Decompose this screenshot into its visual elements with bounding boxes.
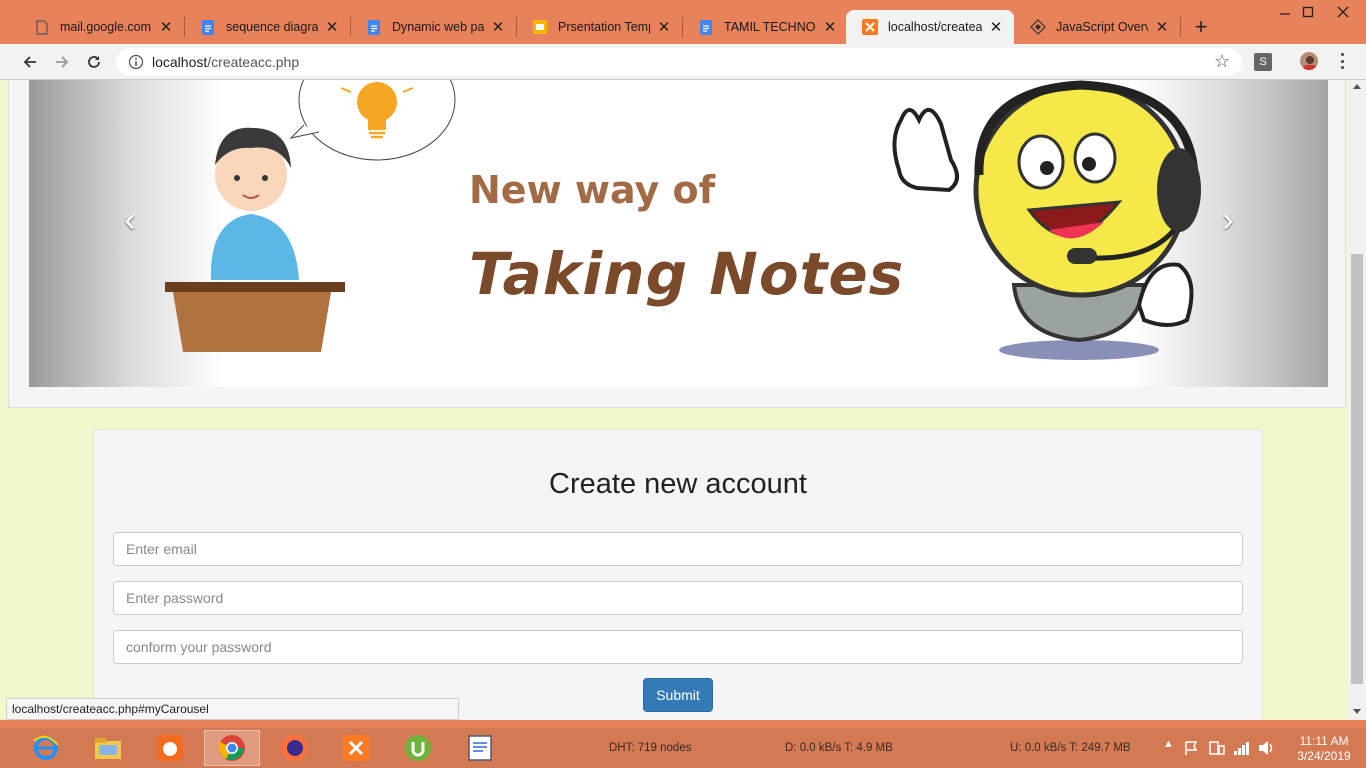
tab-presentation-template[interactable]: Prsentation Templa ✕: [516, 10, 682, 44]
xampp-icon: [343, 735, 369, 761]
upload-status: U: 0.0 kB/s T: 249.7 MB: [1010, 742, 1131, 754]
tab-strip: mail.google.com ✕ sequence diagram ✕ Dyn…: [0, 0, 1366, 44]
wordpad-button[interactable]: [452, 730, 508, 766]
password-field[interactable]: [113, 581, 1243, 615]
create-account-form: Create new account Submit: [93, 429, 1263, 720]
uc-browser-icon: [157, 735, 183, 761]
carousel-heading-line1: New way of: [469, 168, 716, 212]
tab-mail[interactable]: mail.google.com ✕: [18, 10, 184, 44]
menu-icon[interactable]: [1334, 53, 1350, 69]
carousel-container: New way of Taking Notes ‹ ›: [8, 80, 1346, 408]
system-clock[interactable]: 11:11 AM 3/24/2019: [1286, 734, 1362, 764]
reload-icon: [88, 56, 100, 68]
carousel-heading-line2: Taking Notes: [469, 240, 905, 308]
tab-tamil-techno[interactable]: TAMIL TECHNO-LE ✕: [682, 10, 848, 44]
forward-button[interactable]: [50, 50, 74, 74]
close-icon[interactable]: ✕: [1154, 18, 1170, 36]
file-explorer-button[interactable]: [80, 730, 136, 766]
extension-icon[interactable]: S: [1254, 53, 1272, 71]
google-slides-icon: [532, 19, 548, 35]
diamond-icon: [1030, 19, 1046, 35]
url-host: localhost: [152, 54, 208, 70]
close-icon[interactable]: ✕: [822, 18, 838, 36]
form-title: Create new account: [549, 468, 807, 500]
confirm-password-field[interactable]: [113, 630, 1243, 664]
close-window-button[interactable]: [1320, 0, 1366, 26]
status-link-preview: localhost/createacc.php#myCarousel: [6, 698, 459, 720]
page-icon: [34, 19, 50, 35]
carousel-next-button[interactable]: ›: [1213, 200, 1243, 240]
tab-title: localhost/createacc: [888, 20, 982, 34]
action-center-flag-icon[interactable]: [1184, 740, 1198, 759]
scroll-up-icon[interactable]: [1353, 84, 1361, 89]
utorrent-button[interactable]: [390, 730, 446, 766]
firefox-button[interactable]: [266, 730, 322, 766]
uc-browser-button[interactable]: [142, 730, 198, 766]
tab-title: Prsentation Templa: [558, 20, 650, 34]
info-icon[interactable]: [128, 54, 144, 70]
download-status: D: 0.0 kB/s T: 4.9 MB: [785, 742, 893, 754]
internet-explorer-icon: [33, 735, 59, 760]
tab-sequence-diagram[interactable]: sequence diagram ✕: [184, 10, 350, 44]
chrome-icon: [218, 735, 245, 761]
chrome-button[interactable]: [204, 730, 260, 766]
close-icon: [1337, 5, 1349, 21]
google-doc-icon: [366, 19, 382, 35]
wordpad-icon: [468, 735, 492, 761]
utorrent-icon: [405, 735, 431, 761]
firefox-icon: [281, 735, 307, 761]
device-icon[interactable]: [1209, 740, 1225, 759]
tab-title: mail.google.com: [60, 20, 152, 34]
tab-localhost-createacc[interactable]: localhost/createacc ✕: [846, 10, 1014, 44]
show-hidden-icons-icon[interactable]: ▲: [1163, 738, 1174, 750]
carousel-illustration: [165, 80, 1201, 360]
xampp-button[interactable]: [328, 730, 384, 766]
close-icon[interactable]: ✕: [988, 18, 1004, 36]
google-doc-icon: [200, 19, 216, 35]
internet-explorer-button[interactable]: [18, 730, 74, 766]
tab-dynamic-web-page[interactable]: Dynamic web page ✕: [350, 10, 516, 44]
tab-title: sequence diagram: [226, 20, 318, 34]
tab-title: Dynamic web page: [392, 20, 484, 34]
page-scrollbar[interactable]: [1348, 80, 1366, 720]
back-button[interactable]: [18, 50, 42, 74]
reload-button[interactable]: [82, 50, 106, 74]
network-signal-icon[interactable]: [1233, 740, 1251, 759]
taskbar: DHT: 719 nodes D: 0.0 kB/s T: 4.9 MB U: …: [0, 728, 1366, 768]
maximize-icon: [1302, 5, 1314, 21]
close-icon[interactable]: ✕: [324, 18, 340, 36]
tab-title: TAMIL TECHNO-LE: [724, 20, 816, 34]
close-icon[interactable]: ✕: [490, 18, 506, 36]
scroll-down-icon[interactable]: [1353, 709, 1361, 714]
dht-status: DHT: 719 nodes: [609, 742, 692, 754]
back-arrow-icon: [23, 56, 36, 68]
google-doc-icon: [698, 19, 714, 35]
clock-time: 11:11 AM: [1299, 734, 1349, 748]
volume-icon[interactable]: [1257, 740, 1275, 759]
clock-date: 3/24/2019: [1297, 749, 1351, 763]
close-icon[interactable]: ✕: [158, 18, 174, 36]
close-icon[interactable]: ✕: [656, 18, 672, 36]
carousel: New way of Taking Notes ‹ ›: [29, 80, 1328, 387]
url-path: /createacc.php: [207, 54, 300, 70]
submit-button[interactable]: Submit: [643, 678, 713, 712]
tab-javascript-overview[interactable]: JavaScript Overview ✕: [1014, 10, 1180, 44]
xampp-icon: [862, 19, 878, 35]
folder-icon: [95, 738, 121, 759]
carousel-prev-button[interactable]: ‹: [115, 200, 145, 240]
scroll-thumb[interactable]: [1351, 254, 1363, 684]
tab-title: JavaScript Overview: [1056, 20, 1148, 34]
forward-arrow-icon: [56, 56, 69, 68]
new-tab-button[interactable]: +: [1189, 14, 1213, 40]
email-field[interactable]: [113, 532, 1243, 566]
page-viewport: New way of Taking Notes ‹ › Create new a…: [0, 80, 1348, 720]
address-bar[interactable]: localhost/createacc.php ☆: [116, 48, 1242, 76]
browser-toolbar: localhost/createacc.php ☆ S: [0, 44, 1366, 80]
chevron-right-icon: ›: [1222, 200, 1234, 239]
chevron-left-icon: ‹: [124, 200, 136, 239]
bookmark-star-icon[interactable]: ☆: [1214, 51, 1230, 72]
avatar[interactable]: [1300, 52, 1318, 70]
